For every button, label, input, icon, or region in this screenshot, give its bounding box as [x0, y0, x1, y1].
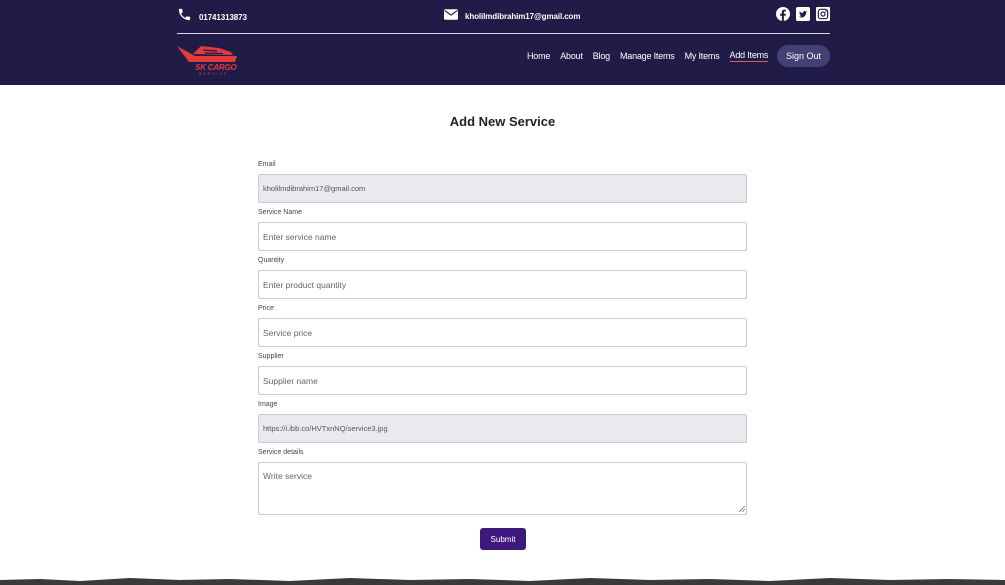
header-divider — [177, 33, 830, 34]
footer-torn-edge — [0, 578, 1005, 585]
email-field — [258, 174, 747, 203]
email-label: Email — [258, 161, 276, 168]
social-links — [776, 7, 830, 26]
phone-icon — [177, 7, 192, 27]
instagram-icon[interactable] — [816, 7, 830, 26]
add-service-form: Email Service Name Quantity Price Suppli… — [258, 158, 748, 518]
nav-about[interactable]: About — [560, 51, 583, 61]
details-label: Service details — [258, 449, 304, 456]
quantity-input[interactable] — [258, 270, 747, 299]
nav-manage-items[interactable]: Manage Items — [620, 51, 675, 61]
price-group: Price — [258, 302, 748, 347]
phone-contact: 01741313873 — [177, 7, 247, 27]
service-name-group: Service Name — [258, 206, 748, 251]
twitter-icon[interactable] — [796, 7, 810, 26]
main-nav: Home About Blog Manage Items My Items Ad… — [527, 50, 778, 62]
brand-logo[interactable]: SK CARGO SERVICE — [175, 42, 245, 76]
top-contact-bar: 01741313873 kholilmdibrahim17@gmail.com — [177, 0, 830, 33]
site-header: 01741313873 kholilmdibrahim17@gmail.com — [0, 0, 1005, 85]
logo-subtext: SERVICE — [199, 72, 229, 76]
quantity-group: Quantity — [258, 254, 748, 299]
nav-blog[interactable]: Blog — [593, 51, 610, 61]
image-url-field — [258, 414, 747, 443]
supplier-group: Supplier — [258, 350, 748, 395]
supplier-input[interactable] — [258, 366, 747, 395]
sign-out-button[interactable]: Sign Out — [777, 45, 830, 67]
nav-add-items[interactable]: Add Items — [729, 50, 768, 62]
price-label: Price — [258, 305, 274, 312]
email-group: Email — [258, 158, 748, 203]
page-title: Add New Service — [449, 114, 556, 129]
service-name-label: Service Name — [258, 209, 302, 216]
resize-grip-icon[interactable] — [739, 506, 745, 512]
envelope-icon — [444, 7, 458, 25]
service-name-input[interactable] — [258, 222, 747, 251]
details-group: Service details — [258, 446, 748, 515]
nav-home[interactable]: Home — [527, 51, 550, 61]
nav-my-items[interactable]: My Items — [685, 51, 720, 61]
quantity-label: Quantity — [258, 257, 285, 264]
email-contact: kholilmdibrahim17@gmail.com — [444, 7, 580, 25]
submit-button[interactable]: Submit — [480, 528, 526, 550]
supplier-label: Supplier — [258, 353, 284, 360]
phone-number: 01741313873 — [199, 12, 247, 22]
price-input[interactable] — [258, 318, 747, 347]
service-details-textarea[interactable] — [258, 462, 747, 515]
email-address: kholilmdibrahim17@gmail.com — [465, 11, 581, 21]
image-label: Image — [258, 401, 278, 408]
image-group: Image — [258, 398, 748, 443]
facebook-icon[interactable] — [776, 7, 790, 26]
logo-text: SK CARGO — [195, 63, 237, 72]
